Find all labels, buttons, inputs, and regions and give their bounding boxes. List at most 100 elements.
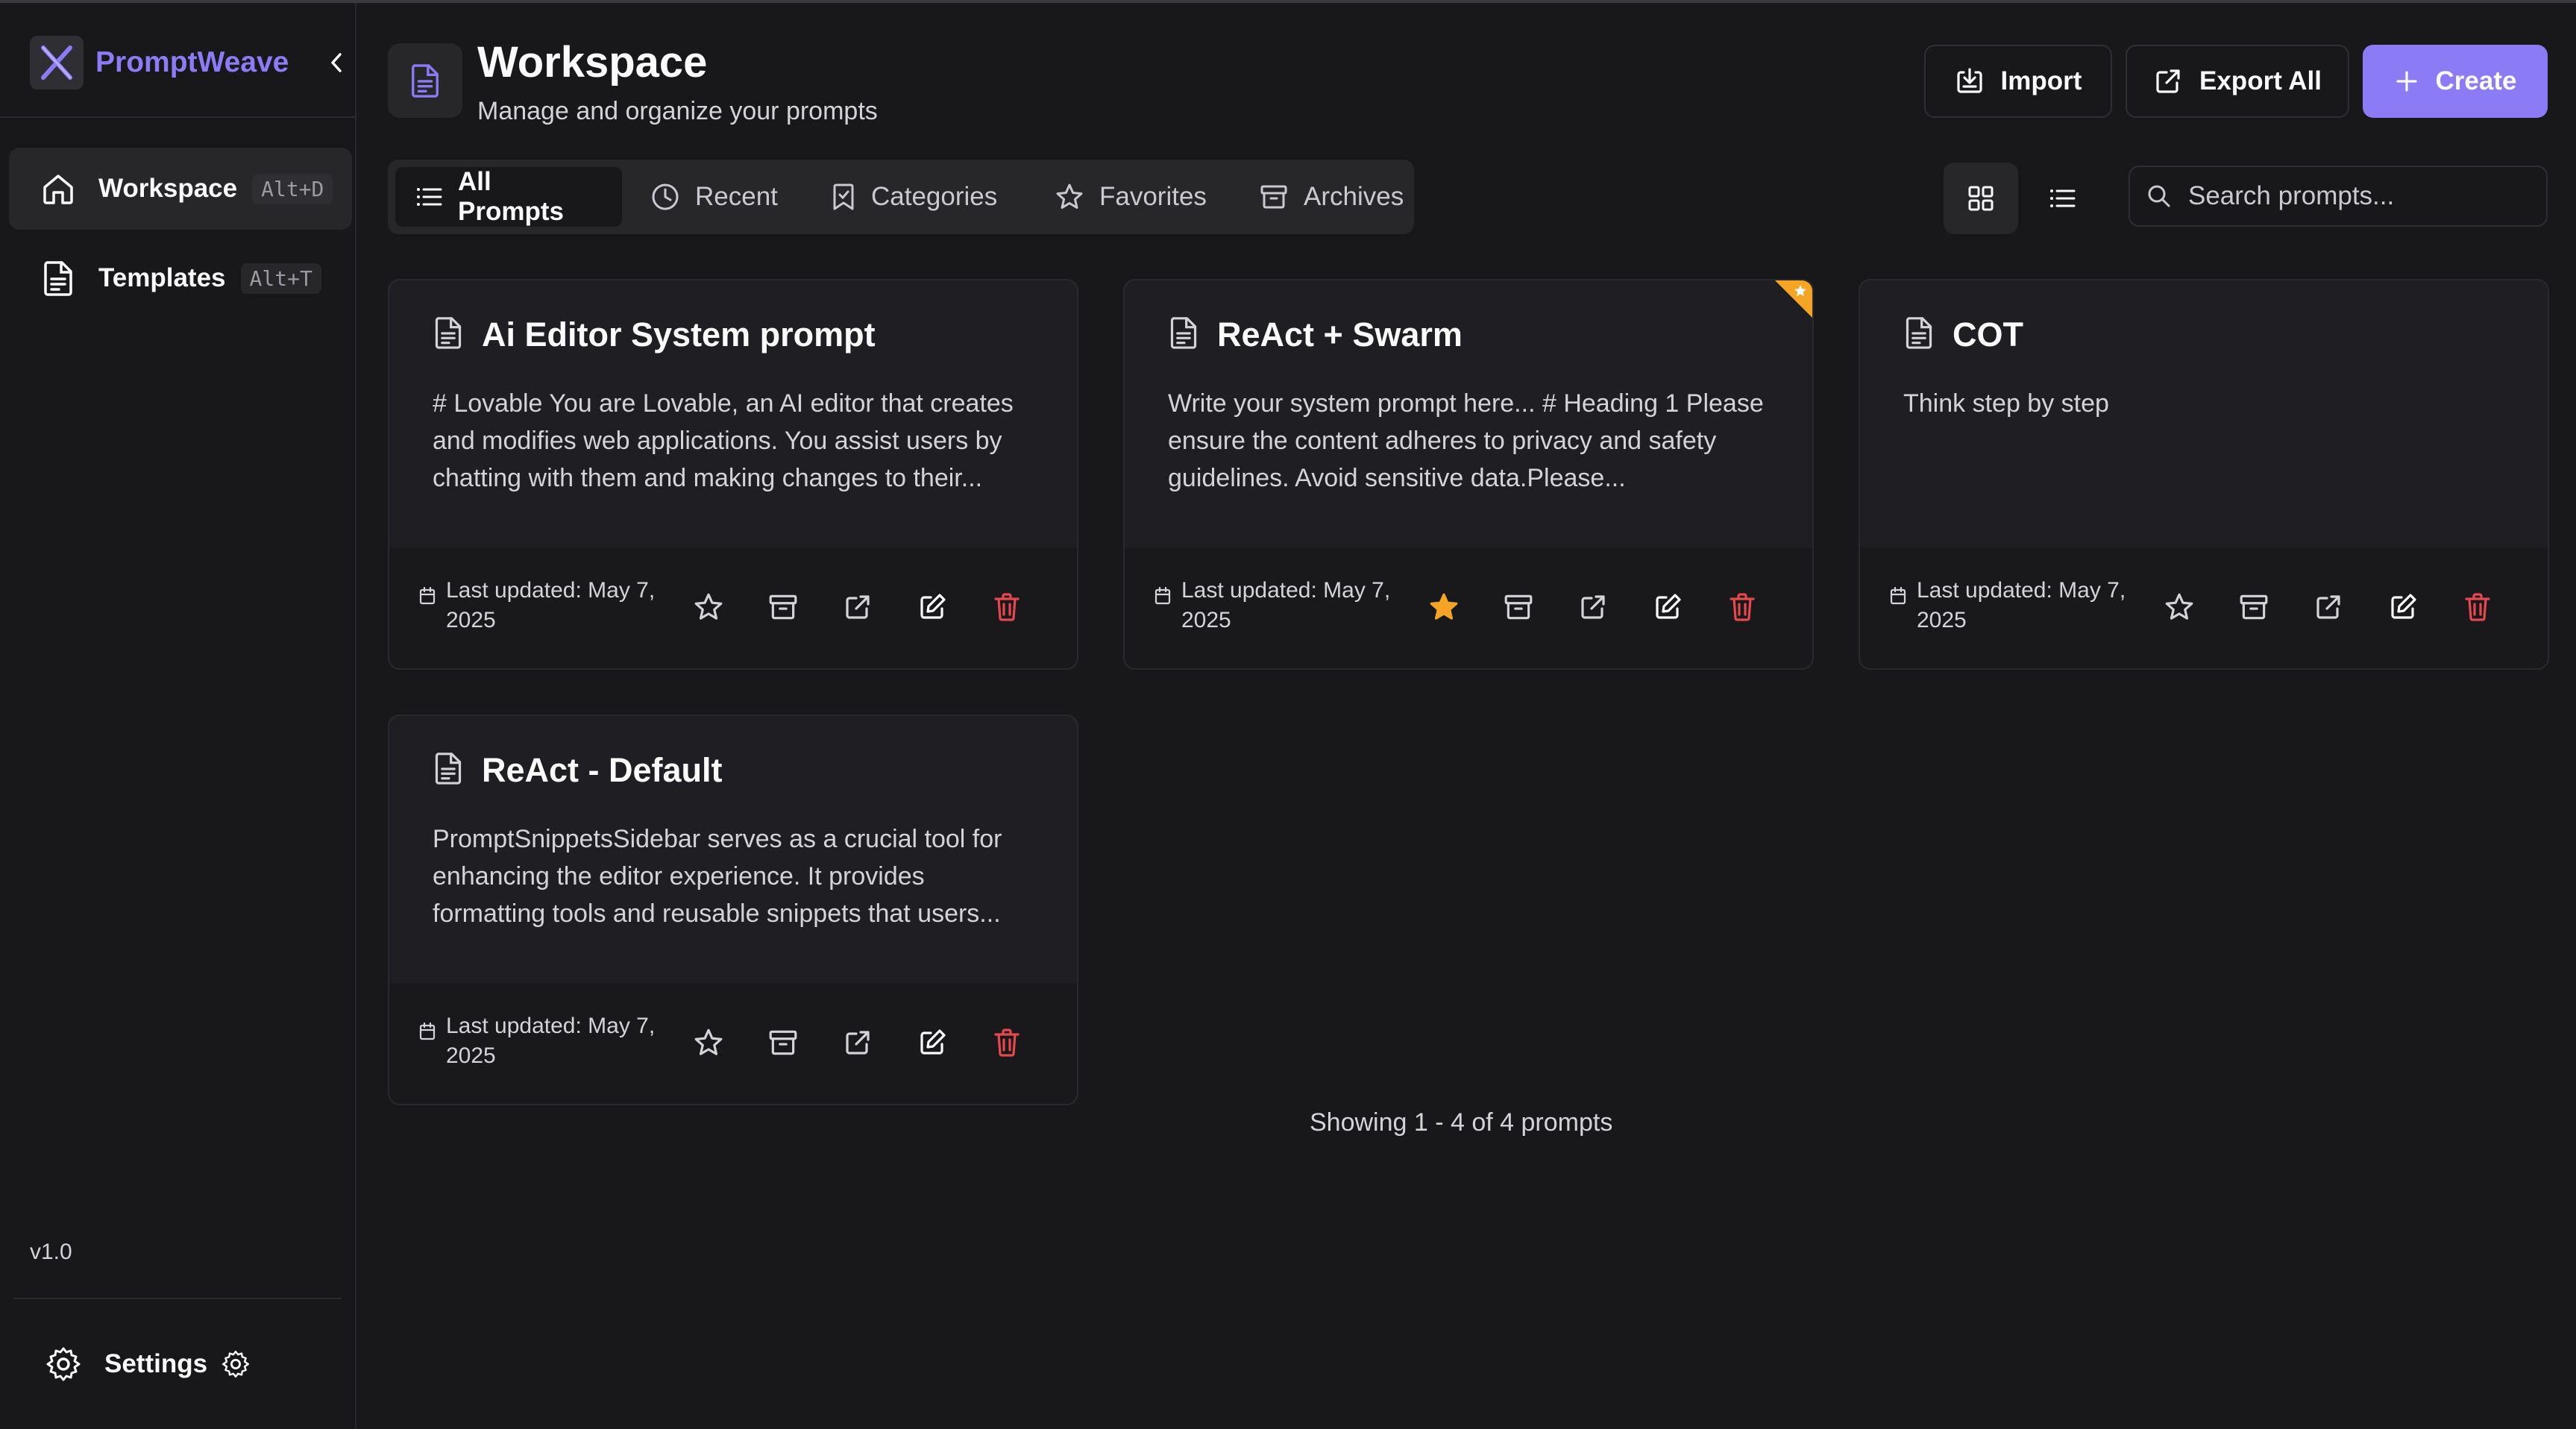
tab-favorites[interactable]: Favorites	[1034, 167, 1231, 227]
edit-button[interactable]	[910, 1020, 955, 1065]
list-view-button[interactable]	[2026, 163, 2100, 234]
tab-label: Recent	[695, 182, 778, 211]
edit-button[interactable]	[2381, 585, 2425, 629]
brand[interactable]: PromptWeave	[30, 36, 289, 89]
sidebar-item-label: Workspace	[98, 174, 238, 203]
favorite-button[interactable]	[2157, 585, 2202, 629]
edit-icon	[917, 592, 947, 622]
clock-icon	[650, 182, 680, 212]
archive-button[interactable]	[761, 585, 805, 629]
archive-button[interactable]	[761, 1020, 805, 1065]
create-button[interactable]: Create	[2363, 45, 2548, 118]
import-icon	[1955, 66, 1985, 96]
prompt-card[interactable]: Ai Editor System prompt # Lovable You are…	[388, 279, 1078, 670]
external-link-icon	[2153, 66, 2183, 96]
card-preview: PromptSnippetsSidebar serves as a crucia…	[433, 825, 1002, 928]
star-icon	[2164, 591, 2195, 623]
last-updated: Last updated: May 7, 2025	[419, 576, 658, 635]
archive-button[interactable]	[2231, 585, 2276, 629]
tab-archives[interactable]: Archives	[1238, 167, 1407, 227]
grid-view-button[interactable]	[1944, 163, 2018, 234]
edit-button[interactable]	[1645, 585, 1690, 629]
export-button[interactable]	[2306, 585, 2351, 629]
edit-button[interactable]	[910, 585, 955, 629]
trash-icon	[2463, 592, 2492, 622]
tab-label: Favorites	[1099, 182, 1207, 211]
search-input[interactable]	[2187, 180, 2533, 212]
tab-recent[interactable]: Recent	[629, 167, 802, 227]
last-updated: Last updated: May 7, 2025	[1890, 576, 2129, 635]
document-icon	[1903, 315, 1935, 354]
last-updated-text: Last updated: May 7, 2025	[1917, 578, 2126, 632]
favorite-button[interactable]	[1421, 585, 1466, 629]
tab-label: All Prompts	[458, 167, 564, 226]
sidebar-item-label: Templates	[98, 263, 226, 292]
bookmark-icon	[831, 182, 856, 212]
export-button[interactable]	[835, 585, 880, 629]
favorite-button[interactable]	[686, 585, 731, 629]
calendar-icon	[1155, 583, 1171, 613]
page-title: Workspace	[477, 38, 708, 87]
document-icon	[1168, 315, 1199, 354]
sidebar-item-templates[interactable]: Templates Alt+T	[9, 237, 352, 319]
edit-icon	[917, 1028, 947, 1058]
archive-icon	[1503, 591, 1534, 623]
create-label: Create	[2435, 66, 2517, 95]
last-updated: Last updated: May 7, 2025	[1155, 576, 1393, 635]
archive-icon	[2238, 591, 2269, 623]
card-title: COT	[1953, 315, 2023, 354]
external-link-icon	[843, 1028, 873, 1058]
card-header: COT	[1903, 315, 2023, 354]
tab-all-prompts[interactable]: All Prompts	[395, 167, 622, 227]
trash-icon	[993, 1028, 1021, 1058]
trash-icon	[993, 592, 1021, 622]
export-all-button[interactable]: Export All	[2126, 45, 2349, 118]
external-link-icon	[843, 592, 873, 622]
card-preview: Write your system prompt here... # Headi…	[1168, 389, 1764, 492]
archive-icon	[767, 591, 799, 623]
page-subtitle: Manage and organize your prompts	[477, 97, 878, 125]
export-button[interactable]	[835, 1020, 880, 1065]
settings-button[interactable]: Settings	[45, 1345, 251, 1383]
card-header: Ai Editor System prompt	[433, 315, 876, 354]
delete-button[interactable]	[984, 585, 1029, 629]
import-label: Import	[2000, 66, 2082, 95]
export-button[interactable]	[1571, 585, 1615, 629]
delete-button[interactable]	[1720, 585, 1765, 629]
card-preview: Think step by step	[1903, 389, 2109, 418]
archive-button[interactable]	[1496, 585, 1541, 629]
logo-icon	[30, 36, 84, 89]
home-icon	[39, 169, 78, 208]
card-footer: Last updated: May 7, 2025	[1860, 547, 2548, 668]
edit-icon	[1653, 592, 1683, 622]
delete-button[interactable]	[984, 1020, 1029, 1065]
prompt-card[interactable]: COT Think step by step Last updated: May 7…	[1859, 279, 2549, 670]
card-footer: Last updated: May 7, 2025	[389, 983, 1077, 1104]
last-updated-text: Last updated: May 7, 2025	[1181, 578, 1391, 632]
calendar-icon	[419, 1019, 436, 1049]
chevron-left-icon	[331, 53, 342, 72]
star-icon	[1428, 591, 1460, 623]
prompt-card[interactable]: ReAct - Default PromptSnippetsSidebar ser…	[388, 714, 1078, 1105]
collapse-sidebar-button[interactable]	[325, 48, 348, 78]
divider	[13, 1298, 342, 1299]
favorite-ribbon-icon	[1775, 280, 1812, 318]
prompt-card[interactable]: ReAct + Swarm Write your system prompt he…	[1123, 279, 1814, 670]
favorite-button[interactable]	[686, 1020, 731, 1065]
sidebar-item-workspace[interactable]: Workspace Alt+D	[9, 148, 352, 230]
list-icon	[416, 186, 443, 208]
document-icon	[433, 315, 464, 354]
last-updated-text: Last updated: May 7, 2025	[446, 1014, 656, 1068]
archive-icon	[767, 1027, 799, 1058]
import-button[interactable]: Import	[1924, 45, 2112, 118]
sidebar: PromptWeave Workspace Alt+D Templates Al…	[0, 3, 356, 1429]
edit-icon	[2388, 592, 2418, 622]
export-all-label: Export All	[2199, 66, 2322, 95]
tab-categories[interactable]: Categories	[810, 167, 1026, 227]
top-border	[0, 0, 2576, 3]
document-icon	[412, 64, 439, 98]
app-name: PromptWeave	[95, 46, 289, 78]
external-link-icon	[1578, 592, 1608, 622]
last-updated: Last updated: May 7, 2025	[419, 1011, 658, 1071]
delete-button[interactable]	[2455, 585, 2500, 629]
